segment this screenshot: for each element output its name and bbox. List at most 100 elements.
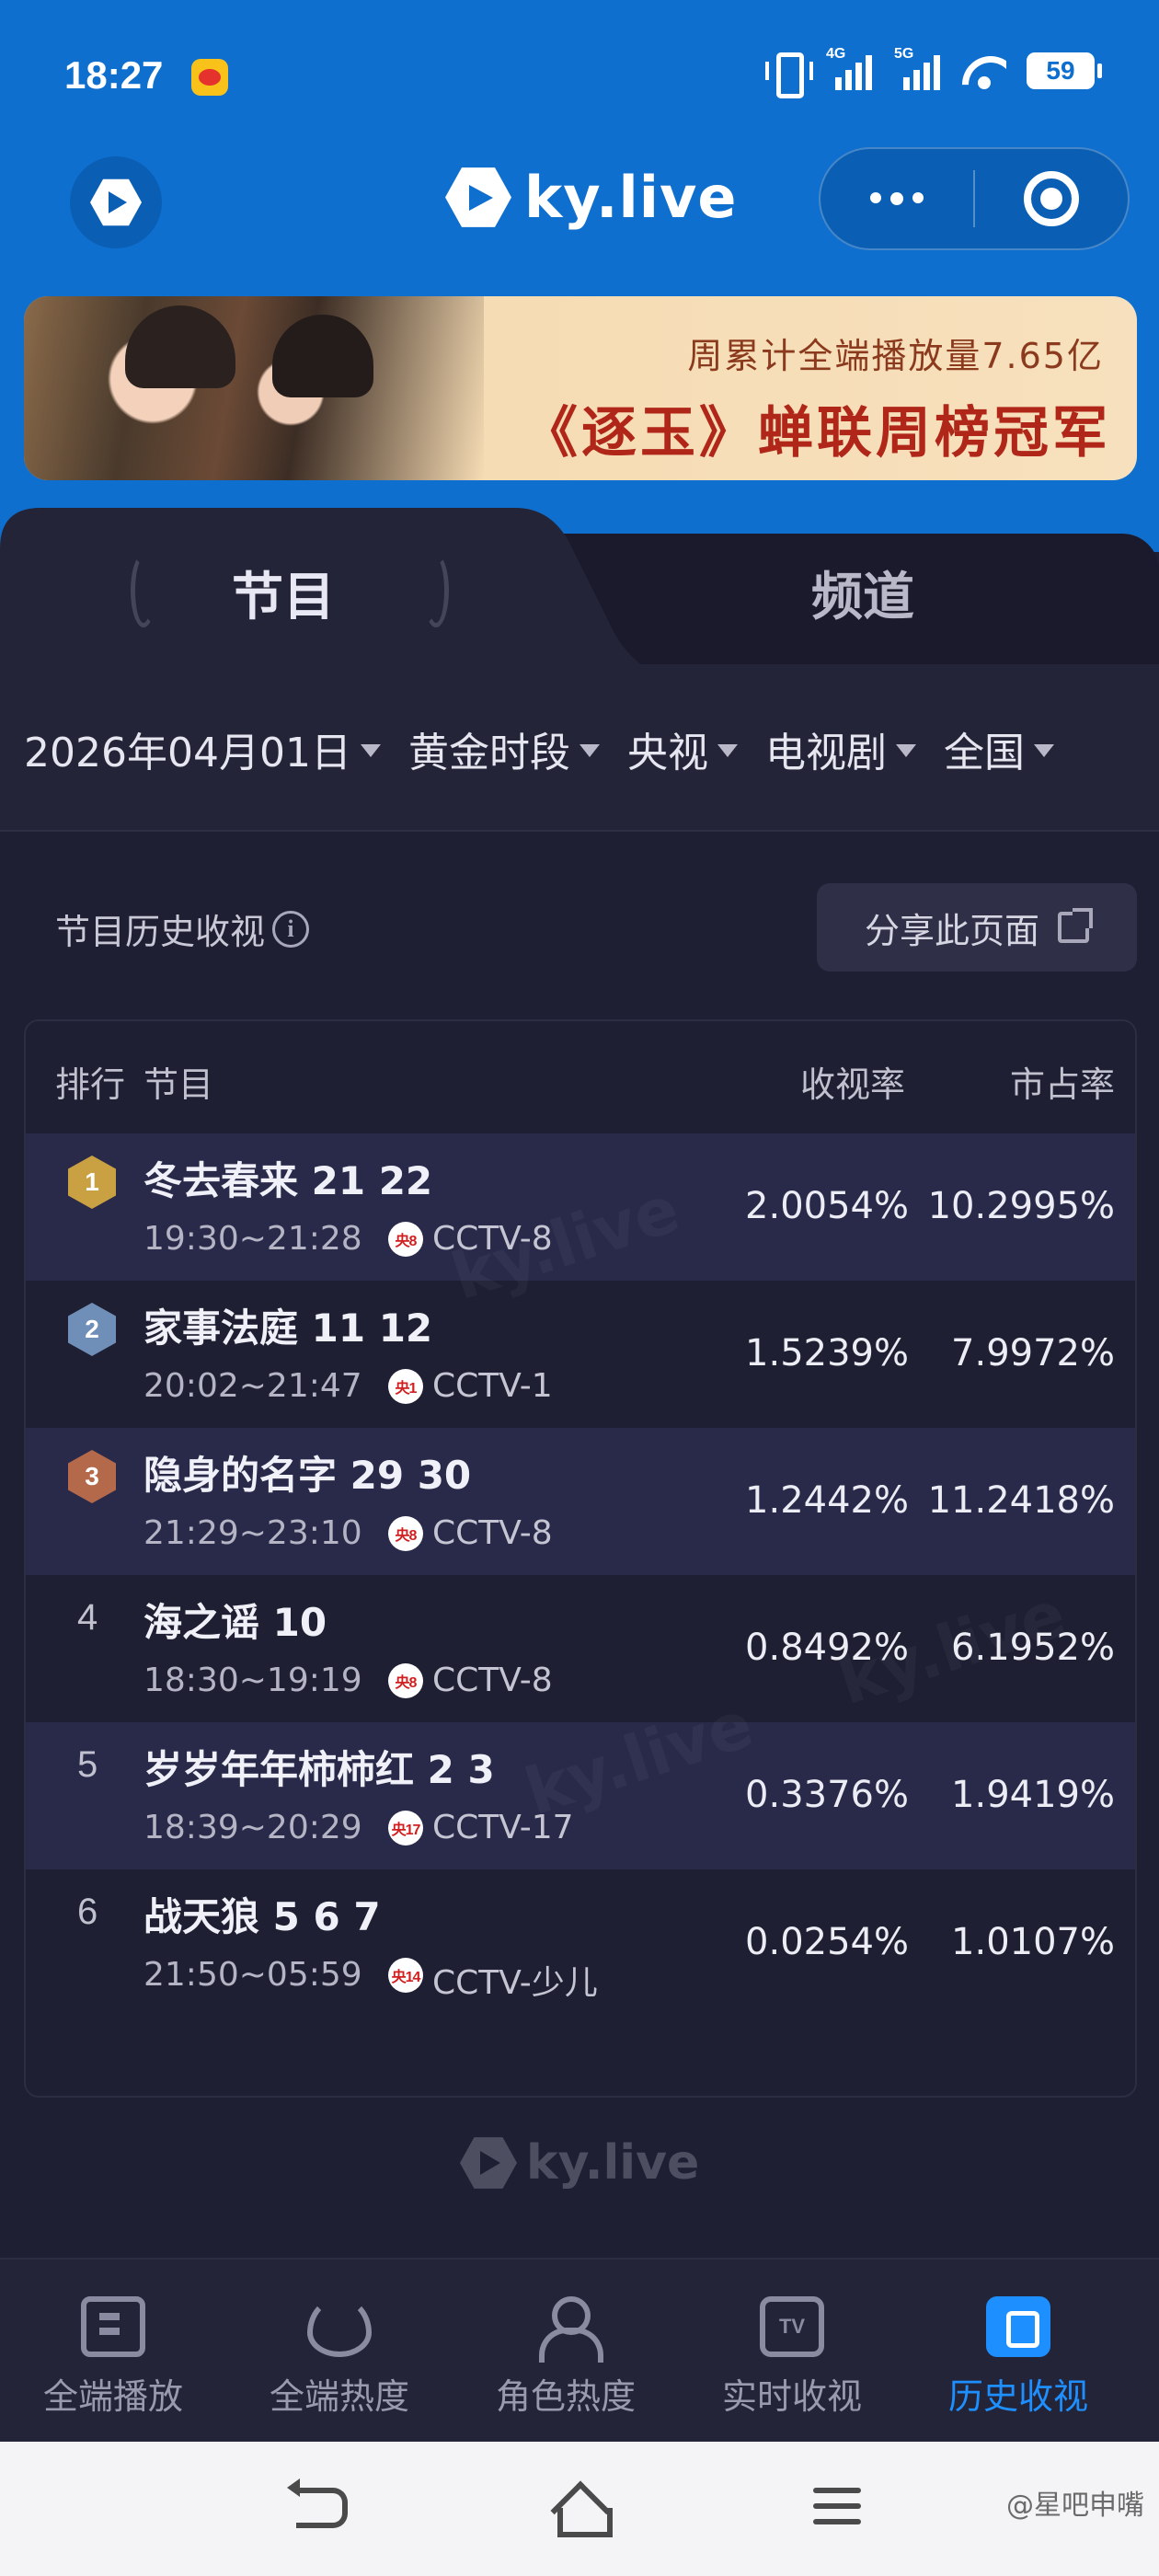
header-program: 节目: [143, 1064, 214, 1105]
kylive-brand-icon: [445, 167, 511, 227]
tab-character-heat[interactable]: 角色热度: [453, 2260, 679, 2442]
signal-4g-icon: 4G: [826, 46, 874, 90]
market-share-value: 1.9419%: [951, 1774, 1115, 1816]
caret-down-icon: [579, 744, 600, 757]
table-row[interactable]: 4 海之谣 10 18:30~19:19 央8 CCTV-8 0.8492% 6…: [26, 1575, 1135, 1722]
section-header: 节目历史收视 i: [55, 903, 310, 954]
header-rating: 收视率: [799, 1064, 905, 1105]
rank-number: 5: [77, 1744, 98, 1785]
program-name: 冬去春来 21 22: [143, 1158, 433, 1203]
filter-genre-label: 电视剧: [764, 730, 887, 776]
close-mini-program-button[interactable]: [975, 171, 1128, 226]
tab-label: 历史收视: [947, 2376, 1088, 2417]
rating-value: 1.5239%: [745, 1332, 909, 1374]
market-share-value: 7.9972%: [951, 1332, 1115, 1374]
fire-icon: [307, 2296, 372, 2357]
cctv-channel-icon: 央1: [388, 1369, 423, 1404]
rating-value: 2.0054%: [745, 1185, 909, 1227]
signal-5g-icon: 5G: [894, 46, 942, 90]
program-name: 隐身的名字 29 30: [143, 1453, 472, 1498]
status-icons: 4G 5G 59: [765, 46, 1102, 98]
tab-label: 全端播放: [42, 2376, 183, 2417]
channel-name: CCTV-8: [432, 1662, 553, 1699]
table-row[interactable]: 5 岁岁年年柿柿红 2 3 18:39~20:29 央17 CCTV-17 0.…: [26, 1722, 1135, 1869]
rating-value: 0.3376%: [745, 1774, 909, 1816]
menu-icon[interactable]: [813, 2488, 861, 2528]
home-logo-button[interactable]: [70, 156, 162, 248]
program-time: 19:30~21:28: [143, 1220, 362, 1258]
capsule-menu: [819, 147, 1130, 250]
cctv-channel-icon: 央17: [388, 1811, 423, 1846]
info-icon[interactable]: i: [272, 910, 310, 948]
footer-logo: ky.live: [460, 2134, 699, 2191]
tab-bar: 节目 频道: [0, 508, 1159, 718]
cctv-channel-icon: 央8: [388, 1222, 423, 1257]
caret-down-icon: [895, 744, 916, 757]
tab-label: 角色热度: [495, 2376, 636, 2417]
program-time: 21:50~05:59: [143, 1956, 362, 1994]
filter-region[interactable]: 全国: [944, 719, 1054, 778]
table-row[interactable]: 2 家事法庭 11 12 20:02~21:47 央1 CCTV-1 1.523…: [26, 1281, 1135, 1428]
tab-historical-ratings[interactable]: 历史收视: [905, 2260, 1131, 2442]
home-icon[interactable]: [552, 2477, 613, 2537]
tab-live-ratings[interactable]: TV 实时收视: [679, 2260, 905, 2442]
footer-brand: ky.live: [526, 2135, 700, 2191]
tab-channels[interactable]: 频道: [811, 556, 914, 630]
main-content: 节目历史收视 i 分享此页面 排行 节目 收视率 市占率 1 冬去春来 21 2…: [0, 832, 1159, 2258]
caret-down-icon: [360, 744, 381, 757]
weibo-credit-watermark: @星吧申嘴: [1006, 2490, 1144, 2522]
header-share: 市占率: [1009, 1064, 1115, 1105]
filter-region-label: 全国: [943, 730, 1025, 776]
program-time: 18:30~19:19: [143, 1662, 362, 1699]
tab-all-platform-heat[interactable]: 全端热度: [226, 2260, 453, 2442]
tab-label: 全端热度: [269, 2376, 409, 2417]
cctv-channel-icon: 央14: [388, 1958, 423, 1993]
channel-name: CCTV-17: [432, 1809, 574, 1846]
program-time: 18:39~20:29: [143, 1809, 362, 1846]
wifi-icon: [962, 52, 1006, 89]
table-row[interactable]: 3 隐身的名字 29 30 21:29~23:10 央8 CCTV-8 1.24…: [26, 1428, 1135, 1575]
table-header: 排行 节目 收视率 市占率: [26, 1021, 1135, 1133]
banner-title: 《逐玉》蝉联周榜冠军: [522, 401, 1111, 466]
filter-date[interactable]: 2026年04月01日: [24, 719, 381, 778]
program-time: 21:29~23:10: [143, 1514, 362, 1552]
status-bar: 18:27 4G 5G 59: [0, 0, 1159, 156]
filter-timeslot[interactable]: 黄金时段: [408, 719, 600, 778]
filter-network[interactable]: 央视: [627, 719, 738, 778]
channel-name: CCTV-少儿: [432, 1964, 598, 2002]
table-row[interactable]: 6 战天狼 5 6 7 21:50~05:59 央14 CCTV-少儿 0.02…: [26, 1869, 1135, 2017]
filter-timeslot-label: 黄金时段: [407, 730, 570, 776]
share-page-button[interactable]: 分享此页面: [817, 883, 1137, 972]
header-rank: 排行: [55, 1064, 126, 1105]
rank-number: 6: [77, 1892, 98, 1932]
tab-programs[interactable]: 节目: [232, 556, 335, 630]
vibrate-icon: [765, 52, 813, 98]
channel-name: CCTV-8: [432, 1220, 553, 1258]
market-share-value: 1.0107%: [951, 1921, 1115, 1963]
filter-bar: 2026年04月01日 黄金时段 央视 电视剧 全国: [0, 664, 1159, 830]
table-row[interactable]: 1 冬去春来 21 22 19:30~21:28 央8 CCTV-8 2.005…: [26, 1133, 1135, 1281]
market-share-value: 10.2995%: [927, 1185, 1115, 1227]
weibo-notification-icon: [191, 59, 228, 96]
tab-all-platform-plays[interactable]: 全端播放: [0, 2260, 226, 2442]
user-icon: [534, 2296, 603, 2363]
banner-artwork: [24, 296, 484, 480]
history-icon: [986, 2296, 1050, 2357]
promo-banner[interactable]: 周累计全端播放量7.65亿 《逐玉》蝉联周榜冠军: [24, 296, 1137, 480]
rating-value: 1.2442%: [745, 1479, 909, 1522]
cctv-channel-icon: 央8: [388, 1663, 423, 1698]
banner-subtitle: 周累计全端播放量7.65亿: [687, 336, 1104, 376]
mini-program-nav: ky.live: [0, 147, 1159, 258]
cctv-channel-icon: 央8: [388, 1516, 423, 1551]
back-icon[interactable]: [287, 2478, 348, 2528]
target-icon: [1023, 171, 1079, 226]
ratings-table: 排行 节目 收视率 市占率 1 冬去春来 21 22 19:30~21:28 央…: [24, 1019, 1137, 2098]
program-name: 战天狼 5 6 7: [143, 1894, 381, 1939]
section-title: 节目历史收视: [55, 912, 266, 952]
status-time: 18:27: [64, 53, 164, 97]
filter-network-label: 央视: [626, 730, 708, 776]
more-options-button[interactable]: [820, 192, 973, 205]
tab-label: 实时收视: [721, 2376, 862, 2417]
filter-genre[interactable]: 电视剧: [765, 719, 916, 778]
rank-bronze-badge-icon: 3: [68, 1450, 116, 1503]
